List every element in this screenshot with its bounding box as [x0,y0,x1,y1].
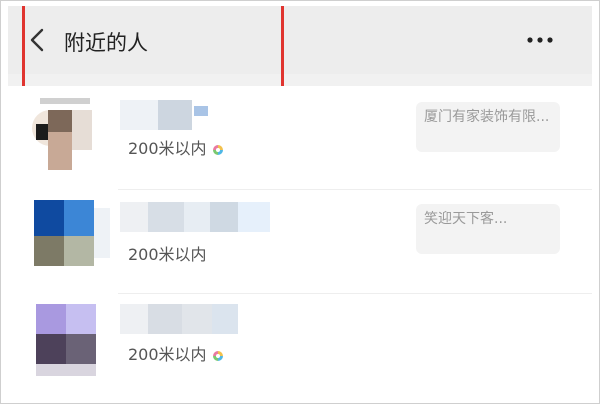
person-row[interactable]: 200米以内 厦门有家装饰有限... [8,86,592,190]
status-ring-icon [212,350,223,361]
nearby-people-screen: 附近的人 200米以内 厦门有家装饰有限... 200米以内 笑迎天下客... … [8,6,592,398]
signature-bubble: 厦门有家装饰有限... [416,102,560,152]
name-mosaic [120,100,208,130]
distance-label: 200米以内 [128,245,207,264]
person-row[interactable]: 200米以内 笑迎天下客... [8,190,592,294]
people-list: 200米以内 厦门有家装饰有限... 200米以内 笑迎天下客... 200米以… [8,86,592,398]
avatar [28,94,110,178]
distance-label: 200米以内 [128,135,223,159]
avatar [28,198,110,282]
avatar [28,298,110,382]
name-mosaic [120,202,270,232]
status-ring-icon [212,144,223,155]
name-mosaic [120,304,238,334]
distance-label: 200米以内 [128,341,223,365]
person-row[interactable]: 200米以内 [8,294,592,398]
red-highlight-box [22,6,284,98]
more-icon[interactable] [524,30,556,48]
signature-bubble: 笑迎天下客... [416,204,560,254]
